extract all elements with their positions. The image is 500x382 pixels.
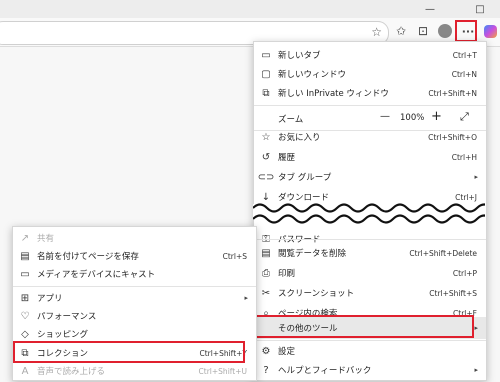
menu-item-history[interactable]: ↺ 履歴 Ctrl+H [254, 146, 486, 168]
history-label: 履歴 [278, 153, 296, 163]
cut-marker [253, 203, 485, 224]
help-icon: ? [263, 364, 269, 376]
print-shortcut: Ctrl+P [452, 268, 477, 278]
save-page-icon: ▤ [20, 250, 30, 262]
shopping-tag-icon: ◇ [21, 328, 29, 340]
favorites-label: お気に入り [278, 133, 321, 143]
print-icon: ⎙ [262, 267, 270, 279]
zoom-out-button[interactable]: — [380, 111, 390, 122]
menu-item-print[interactable]: ⎙ 印刷 Ctrl+P [254, 262, 486, 284]
settings-label: 設定 [278, 347, 296, 357]
history-icon: ↺ [261, 151, 271, 163]
shopping-label: ショッピング [37, 330, 89, 340]
read-aloud-shortcut: Ctrl+Shift+U [198, 366, 247, 376]
apps-label: アプリ [37, 294, 63, 304]
performance-icon: ♡ [20, 310, 30, 322]
read-aloud-label: 音声で読み上げる [37, 367, 106, 377]
separator [254, 239, 486, 240]
new-window-icon: ▢ [261, 68, 271, 80]
cast-icon: ▭ [20, 268, 30, 280]
favorites-icon[interactable]: ✩ [392, 22, 410, 40]
apps-icon: ⊞ [20, 292, 30, 304]
more-tools-highlight [255, 315, 474, 338]
collections-highlight [13, 341, 245, 363]
menu-item-help[interactable]: ? ヘルプとフィードバック ▸ [254, 359, 486, 381]
zoom-label: ズーム [278, 115, 304, 125]
tab-groups-icon: ⊂⊃ [257, 171, 275, 183]
submenu-item-cast[interactable]: ▭ メディアをデバイスにキャスト [13, 263, 256, 285]
minimize-button[interactable]: — [410, 0, 450, 18]
menu-item-favorites[interactable]: ☆ お気に入り Ctrl+Shift+O [254, 126, 486, 148]
favorites-menu-icon: ☆ [261, 131, 271, 143]
clear-data-icon: ▤ [261, 247, 271, 259]
screen-capture-icon[interactable]: ⊡ [414, 22, 432, 40]
screenshot-label: スクリーンショット [278, 289, 355, 299]
copilot-icon[interactable] [481, 22, 499, 40]
read-aloud-icon: A [21, 365, 29, 377]
inprivate-icon: ⧉ [262, 87, 270, 99]
gear-icon: ⚙ [261, 345, 271, 357]
clear-data-shortcut: Ctrl+Shift+Delete [409, 248, 477, 258]
screenshot-shortcut: Ctrl+Shift+S [429, 288, 477, 298]
menu-item-tab-groups[interactable]: ⊂⊃ タブ グループ ▸ [254, 166, 486, 188]
submenu-arrow-icon: ▸ [474, 173, 478, 181]
new-inprivate-label: 新しい InPrivate ウィンドウ [278, 89, 389, 99]
favorites-shortcut: Ctrl+Shift+O [428, 132, 477, 142]
tab-groups-label: タブ グループ [278, 173, 332, 183]
new-window-label: 新しいウィンドウ [278, 70, 347, 80]
submenu-arrow-icon: ▸ [474, 366, 478, 374]
print-label: 印刷 [278, 269, 296, 279]
share-label: 共有 [37, 234, 55, 244]
menu-item-clear-browsing-data[interactable]: ▤ 閲覧データを削除 Ctrl+Shift+Delete [254, 242, 486, 264]
clear-data-label: 閲覧データを削除 [278, 249, 347, 259]
new-tab-shortcut: Ctrl+T [452, 50, 477, 60]
performance-label: パフォーマンス [37, 312, 97, 322]
fullscreen-icon[interactable]: ⤢ [460, 110, 469, 124]
zoom-in-button[interactable]: + [431, 109, 442, 124]
zoom-value: 100% [400, 113, 425, 123]
save-as-label: 名前を付けてページを保存 [37, 252, 139, 262]
save-as-shortcut: Ctrl+S [222, 251, 247, 261]
help-label: ヘルプとフィードバック [278, 366, 372, 376]
maximize-button[interactable]: □ [460, 0, 500, 18]
submenu-arrow-icon: ▸ [244, 294, 248, 302]
submenu-arrow-icon: ▸ [474, 324, 478, 332]
profile-icon[interactable] [436, 22, 454, 40]
more-button-highlight [455, 20, 477, 42]
cast-label: メディアをデバイスにキャスト [37, 270, 156, 280]
history-shortcut: Ctrl+H [451, 152, 477, 162]
screenshot-icon: ✂ [261, 287, 271, 299]
star-icon[interactable]: ☆ [371, 25, 382, 39]
new-tab-icon: ▭ [261, 49, 271, 61]
menu-item-screenshot[interactable]: ✂ スクリーンショット Ctrl+Shift+S [254, 282, 486, 304]
new-window-shortcut: Ctrl+N [451, 69, 477, 79]
new-tab-label: 新しいタブ [278, 51, 321, 61]
menu-item-new-inprivate[interactable]: ⧉ 新しい InPrivate ウィンドウ Ctrl+Shift+N [254, 82, 486, 104]
title-bar: — □ [0, 0, 500, 18]
new-inprivate-shortcut: Ctrl+Shift+N [428, 88, 477, 98]
share-icon: ↗ [20, 232, 30, 244]
